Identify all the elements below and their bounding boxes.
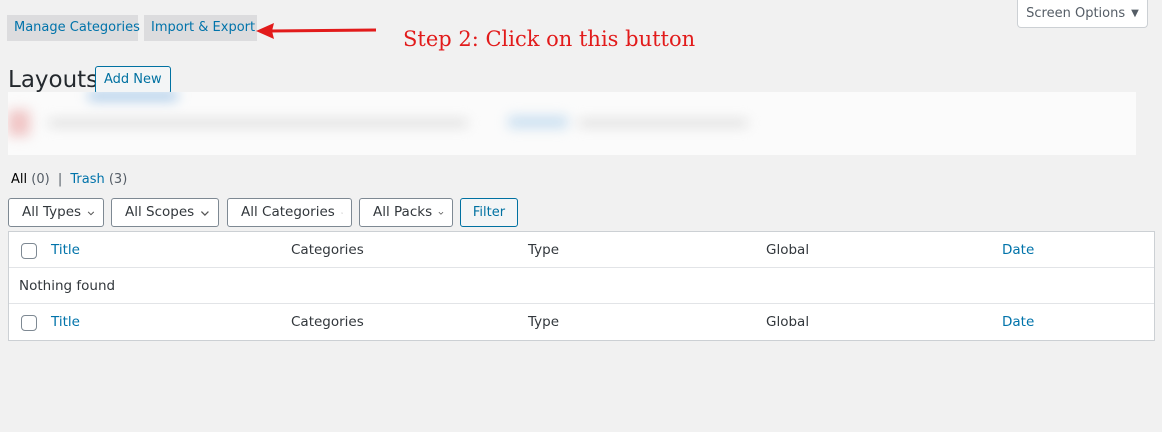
page-title: Layouts bbox=[8, 67, 99, 93]
column-type-footer: Type bbox=[528, 314, 560, 330]
column-date-footer[interactable]: Date bbox=[1002, 304, 1034, 340]
column-title[interactable]: Title bbox=[51, 232, 80, 268]
filter-button[interactable]: Filter bbox=[460, 198, 518, 227]
scopes-select-value: All Scopes bbox=[125, 204, 195, 220]
column-categories: Categories bbox=[291, 242, 364, 258]
view-filters: All (0) | Trash (3) bbox=[11, 171, 127, 189]
select-all-checkbox[interactable] bbox=[21, 243, 37, 259]
table-header: Title Categories Type Global Date bbox=[9, 232, 1154, 268]
table-row: Nothing found bbox=[9, 268, 1154, 304]
categories-select[interactable]: All Categories bbox=[227, 198, 352, 227]
view-separator: | bbox=[57, 172, 63, 187]
packs-select-value: All Packs bbox=[373, 204, 433, 220]
screen-options-button[interactable]: Screen Options ▼ bbox=[1017, 0, 1148, 28]
packs-select[interactable]: All Packs bbox=[359, 198, 453, 227]
column-global-footer: Global bbox=[766, 314, 810, 330]
screen-options-label: Screen Options bbox=[1026, 6, 1126, 21]
column-type: Type bbox=[528, 242, 560, 258]
column-date[interactable]: Date bbox=[1002, 232, 1034, 268]
blurred-notice bbox=[8, 92, 1136, 155]
select-all-checkbox-footer[interactable] bbox=[21, 315, 37, 331]
scopes-select[interactable]: All Scopes bbox=[111, 198, 219, 227]
view-all-count: (0) bbox=[31, 172, 50, 187]
types-select-value: All Types bbox=[22, 204, 82, 220]
column-title-footer[interactable]: Title bbox=[51, 304, 80, 340]
table-footer: Title Categories Type Global Date bbox=[9, 304, 1154, 340]
chevron-down-icon bbox=[438, 211, 444, 215]
chevron-down-icon bbox=[201, 210, 210, 216]
manage-categories-button[interactable]: Manage Categories bbox=[7, 15, 140, 41]
annotation-arrow-icon bbox=[256, 23, 377, 39]
import-export-button[interactable]: Import & Export bbox=[144, 15, 257, 41]
empty-message: Nothing found bbox=[19, 278, 116, 294]
annotation-text: Step 2: Click on this button bbox=[403, 27, 696, 51]
categories-select-value: All Categories bbox=[241, 204, 335, 220]
column-categories-footer: Categories bbox=[291, 314, 364, 330]
view-trash-count: (3) bbox=[108, 172, 128, 187]
view-all-link[interactable]: All bbox=[11, 172, 27, 187]
add-new-button[interactable]: Add New bbox=[95, 66, 171, 94]
chevron-down-icon bbox=[341, 212, 343, 214]
caret-down-icon: ▼ bbox=[1131, 8, 1139, 19]
view-trash-link[interactable]: Trash bbox=[70, 172, 104, 187]
chevron-down-icon bbox=[87, 211, 95, 215]
types-select[interactable]: All Types bbox=[8, 198, 104, 227]
layouts-table: Title Categories Type Global Date Nothin… bbox=[8, 231, 1155, 341]
column-global: Global bbox=[766, 242, 810, 258]
